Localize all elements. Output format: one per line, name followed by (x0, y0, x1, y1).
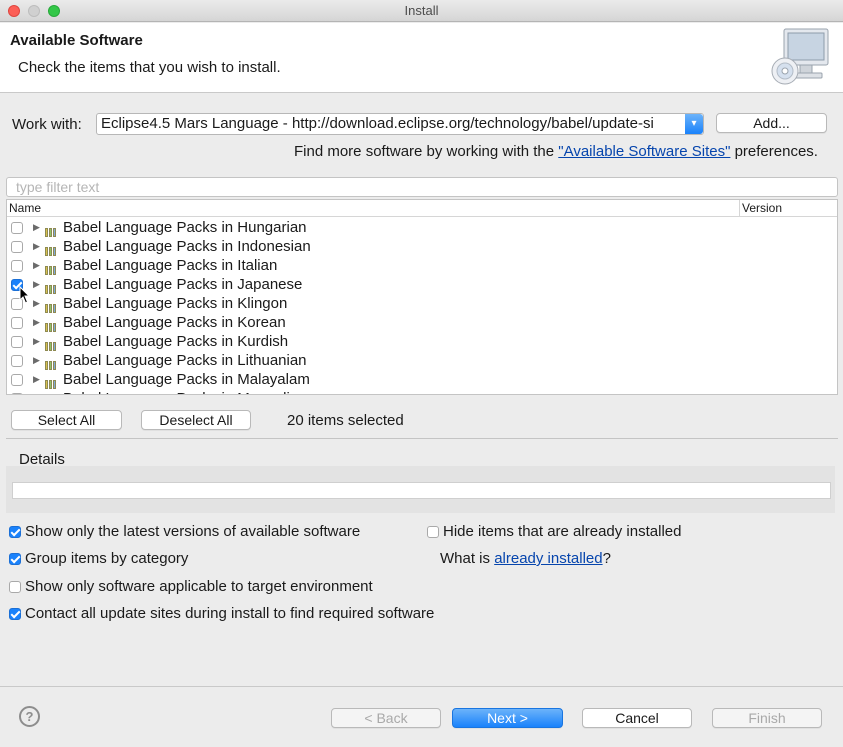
computer-disc-icon (771, 28, 829, 85)
table-row[interactable]: ▶ Babel Language Packs in Indonesian (7, 237, 837, 256)
add-site-button[interactable]: Add... (716, 113, 827, 133)
table-row[interactable]: ▶ Babel Language Packs in Korean (7, 313, 837, 332)
cancel-button[interactable]: Cancel (582, 708, 692, 728)
latest-versions-label: Show only the latest versions of availab… (25, 523, 361, 540)
contact-sites-label: Contact all update sites during install … (25, 605, 435, 622)
table-row[interactable]: ▶ Babel Language Packs in Italian (7, 256, 837, 275)
column-name-header[interactable]: Name (9, 200, 41, 216)
expand-arrow-icon[interactable]: ▶ (33, 332, 40, 351)
row-name: Babel Language Packs in Korean (63, 314, 286, 331)
more-sites-text: Find more software by working with the "… (294, 143, 818, 160)
latest-versions-checkbox[interactable] (9, 526, 21, 538)
feature-category-icon (45, 356, 60, 370)
more-sites-suffix: preferences. (730, 143, 818, 160)
more-sites-prefix: Find more software by working with the (294, 143, 559, 160)
feature-category-icon (45, 394, 60, 395)
back-button[interactable]: < Back (331, 708, 441, 728)
column-divider[interactable] (739, 200, 740, 217)
row-checkbox[interactable] (11, 355, 23, 367)
column-version-header[interactable]: Version (742, 200, 782, 216)
work-with-label: Work with: (12, 116, 82, 133)
row-checkbox[interactable] (11, 260, 23, 272)
row-name: Babel Language Packs in Italian (63, 257, 278, 274)
table-row[interactable]: ▶ Babel Language Packs in Japanese (7, 275, 837, 294)
what-is-installed-text: What is already installed? (440, 550, 611, 567)
table-header: Name Version (7, 200, 837, 217)
select-all-button[interactable]: Select All (11, 410, 122, 430)
table-row[interactable]: ▶ Babel Language Packs in Hungarian (7, 218, 837, 237)
finish-button[interactable]: Finish (712, 708, 822, 728)
feature-category-icon (45, 337, 60, 351)
feature-category-icon (45, 242, 60, 256)
row-checkbox[interactable] (11, 222, 23, 234)
next-button[interactable]: Next > (452, 708, 563, 728)
target-env-checkbox[interactable] (9, 581, 21, 593)
row-name: Babel Language Packs in Mongolian (63, 389, 307, 394)
expand-arrow-icon[interactable]: ▶ (33, 294, 40, 313)
hide-installed-label: Hide items that are already installed (443, 523, 682, 540)
selected-count: 20 items selected (287, 412, 404, 429)
deselect-all-button[interactable]: Deselect All (141, 410, 251, 430)
expand-arrow-icon[interactable]: ▶ (33, 218, 40, 237)
work-with-combo[interactable]: Eclipse4.5 Mars Language - http://downlo… (96, 113, 704, 135)
window-title: Install (404, 3, 439, 18)
window-titlebar: Install (0, 0, 843, 22)
row-name: Babel Language Packs in Indonesian (63, 238, 311, 255)
feature-category-icon (45, 261, 60, 275)
zoom-window-icon[interactable] (48, 5, 60, 17)
divider (6, 438, 838, 439)
expand-arrow-icon[interactable]: ▶ (33, 313, 40, 332)
already-installed-link[interactable]: already installed (494, 550, 602, 567)
expand-arrow-icon[interactable]: ▶ (33, 351, 40, 370)
feature-category-icon (45, 223, 60, 237)
page-subtitle: Check the items that you wish to install… (18, 59, 281, 76)
mouse-pointer-icon (19, 286, 31, 304)
what-is-prefix: What is (440, 550, 495, 567)
available-sites-link[interactable]: "Available Software Sites" (558, 143, 730, 160)
row-name: Babel Language Packs in Lithuanian (63, 352, 307, 369)
target-env-label: Show only software applicable to target … (25, 578, 373, 595)
row-checkbox[interactable] (11, 241, 23, 253)
row-checkbox[interactable] (11, 393, 23, 394)
row-name: Babel Language Packs in Klingon (63, 295, 288, 312)
expand-arrow-icon[interactable]: ▶ (33, 389, 40, 394)
group-by-category-checkbox[interactable] (9, 553, 21, 565)
feature-category-icon (45, 375, 60, 389)
expand-arrow-icon[interactable]: ▶ (33, 237, 40, 256)
help-icon[interactable]: ? (19, 706, 40, 727)
table-row[interactable]: ▶ Babel Language Packs in Malayalam (7, 370, 837, 389)
table-row[interactable]: ▶ Babel Language Packs in Kurdish (7, 332, 837, 351)
row-name: Babel Language Packs in Hungarian (63, 219, 307, 236)
row-name: Babel Language Packs in Malayalam (63, 371, 310, 388)
row-checkbox[interactable] (11, 317, 23, 329)
wizard-header: Available Software Check the items that … (0, 23, 843, 93)
row-checkbox[interactable] (11, 336, 23, 348)
expand-arrow-icon[interactable]: ▶ (33, 256, 40, 275)
filter-input[interactable]: type filter text (6, 177, 838, 197)
row-name: Babel Language Packs in Japanese (63, 276, 303, 293)
table-row[interactable]: ▶ Babel Language Packs in Klingon (7, 294, 837, 313)
row-name: Babel Language Packs in Kurdish (63, 333, 289, 350)
expand-arrow-icon[interactable]: ▶ (33, 275, 40, 294)
contact-sites-checkbox[interactable] (9, 608, 21, 620)
group-by-category-label: Group items by category (25, 550, 189, 567)
combo-arrow-icon[interactable]: ▾ (685, 114, 703, 134)
expand-arrow-icon[interactable]: ▶ (33, 370, 40, 389)
row-checkbox[interactable] (11, 374, 23, 386)
software-tree[interactable]: Name Version ▶ Babel Language Packs in Hu… (6, 199, 838, 395)
what-is-suffix: ? (602, 550, 611, 567)
footer-divider (0, 686, 843, 687)
feature-category-icon (45, 318, 60, 332)
hide-installed-checkbox[interactable] (427, 526, 439, 538)
table-row[interactable]: ▶ Babel Language Packs in Lithuanian (7, 351, 837, 370)
work-with-value: Eclipse4.5 Mars Language - http://downlo… (101, 115, 654, 132)
feature-category-icon (45, 299, 60, 313)
close-window-icon[interactable] (8, 5, 20, 17)
page-title: Available Software (10, 32, 143, 49)
table-row[interactable]: ▶ Babel Language Packs in Mongolian (7, 389, 837, 395)
feature-category-icon (45, 280, 60, 294)
details-text-area[interactable] (12, 482, 831, 499)
minimize-window-icon[interactable] (28, 5, 40, 17)
